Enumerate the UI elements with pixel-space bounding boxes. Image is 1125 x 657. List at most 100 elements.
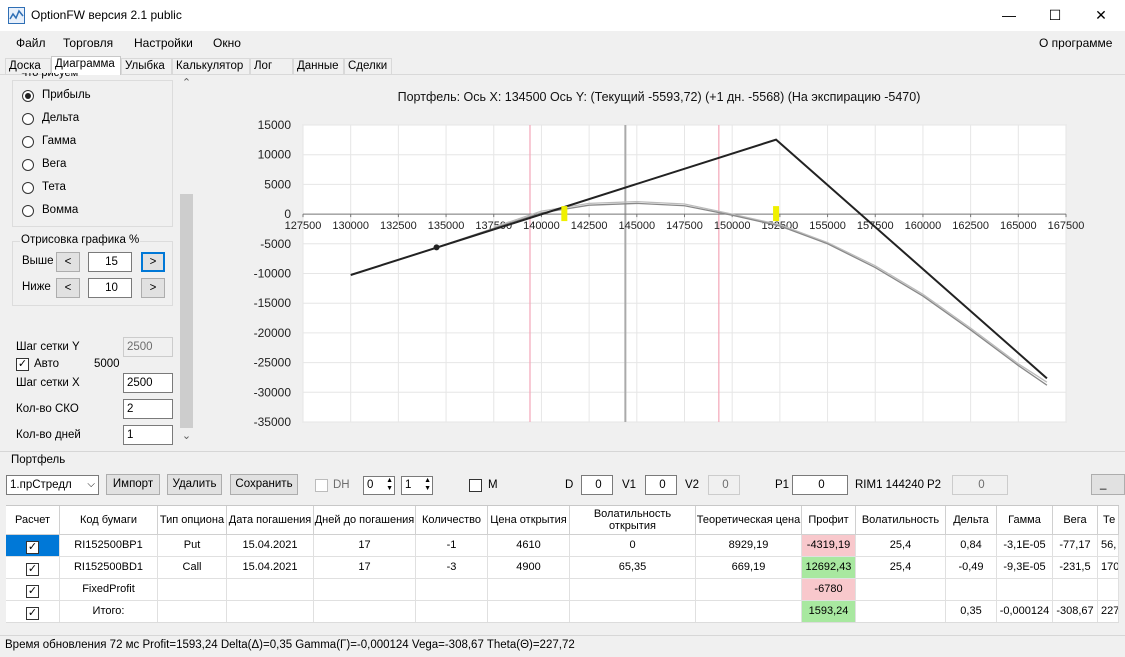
menu-settings[interactable]: Настройки	[134, 36, 193, 50]
table-cell-code[interactable]: RI152500BP1	[60, 535, 158, 557]
table-cell-vega[interactable]: -308,67	[1053, 601, 1098, 623]
table-cell-date[interactable]: 15.04.2021	[227, 557, 314, 579]
table-cell-theta[interactable]	[1098, 579, 1119, 601]
dh-spin-2[interactable]: 1 ▲ ▼	[401, 476, 433, 495]
col-header-calc[interactable]: Расчет	[6, 506, 60, 535]
table-cell-theta[interactable]: 227	[1098, 601, 1119, 623]
row-calc-checkbox[interactable]: ✓	[26, 607, 39, 620]
days-field[interactable]: 1	[123, 425, 173, 445]
tab-smile[interactable]: Улыбка	[121, 58, 172, 74]
col-header-theo[interactable]: Теоретическая цена	[696, 506, 802, 535]
table-cell-gamma[interactable]: -0,000124	[997, 601, 1053, 623]
minimize-panel-button[interactable]: _	[1091, 474, 1125, 495]
col-header-gamma[interactable]: Гамма	[997, 506, 1053, 535]
maximize-button[interactable]: ☐	[1032, 0, 1078, 31]
col-header-days[interactable]: Дней до погашения	[314, 506, 416, 535]
col-header-qty[interactable]: Количество	[416, 506, 488, 535]
row-calc-checkbox[interactable]: ✓	[26, 563, 39, 576]
sko-field[interactable]: 2	[123, 399, 173, 419]
spin-updown-icon[interactable]: ▲ ▼	[424, 477, 431, 493]
upper-percent-field[interactable]: 15	[88, 252, 132, 272]
table-cell-qty[interactable]: -1	[416, 535, 488, 557]
table-cell-check[interactable]: ✓	[6, 557, 60, 579]
table-cell-qty[interactable]	[416, 579, 488, 601]
table-cell-price[interactable]: 4610	[488, 535, 570, 557]
table-cell-type[interactable]	[158, 579, 227, 601]
scroll-up-arrow-icon[interactable]: ⌃	[180, 76, 193, 90]
table-cell-type[interactable]	[158, 601, 227, 623]
col-header-price[interactable]: Цена открытия	[488, 506, 570, 535]
m-checkbox[interactable]	[469, 479, 482, 492]
table-cell-theo[interactable]	[696, 601, 802, 623]
table-cell-price[interactable]	[488, 601, 570, 623]
d-field[interactable]: 0	[581, 475, 613, 495]
table-cell-vol[interactable]	[856, 601, 946, 623]
p1-field[interactable]: 0	[792, 475, 848, 495]
table-cell-type[interactable]: Put	[158, 535, 227, 557]
row-calc-checkbox[interactable]: ✓	[26, 541, 39, 554]
table-cell-qty[interactable]: -3	[416, 557, 488, 579]
table-cell-check[interactable]: ✓	[6, 601, 60, 623]
lower-percent-field[interactable]: 10	[88, 278, 132, 298]
auto-checkbox[interactable]: ✓	[16, 358, 29, 371]
table-cell-date[interactable]: 15.04.2021	[227, 535, 314, 557]
import-button[interactable]: Импорт	[106, 474, 160, 495]
table-cell-price[interactable]	[488, 579, 570, 601]
lower-increase-button[interactable]: >	[141, 278, 165, 298]
table-cell-days[interactable]	[314, 601, 416, 623]
grid-y-field[interactable]: 2500	[123, 337, 173, 357]
tab-log[interactable]: Лог	[250, 58, 293, 74]
table-cell-code[interactable]: Итого:	[60, 601, 158, 623]
table-cell-vega[interactable]	[1053, 579, 1098, 601]
p2-field[interactable]: 0	[952, 475, 1008, 495]
table-cell-check[interactable]: ✓	[6, 579, 60, 601]
menu-about[interactable]: О программе	[1039, 36, 1112, 50]
col-header-date[interactable]: Дата погашения	[227, 506, 314, 535]
table-cell-vol_open[interactable]	[570, 601, 696, 623]
col-header-delta[interactable]: Дельта	[946, 506, 997, 535]
menu-trade[interactable]: Торговля	[63, 36, 113, 50]
table-cell-qty[interactable]	[416, 601, 488, 623]
col-header-vol[interactable]: Волатильность	[856, 506, 946, 535]
table-cell-gamma[interactable]: -3,1E-05	[997, 535, 1053, 557]
table-cell-date[interactable]	[227, 601, 314, 623]
table-cell-theta[interactable]: 170	[1098, 557, 1119, 579]
col-header-profit[interactable]: Профит	[802, 506, 856, 535]
table-cell-price[interactable]: 4900	[488, 557, 570, 579]
table-cell-vol[interactable]	[856, 579, 946, 601]
grid-x-field[interactable]: 2500	[123, 373, 173, 393]
col-header-code[interactable]: Код бумаги	[60, 506, 158, 535]
table-cell-vega[interactable]: -77,17	[1053, 535, 1098, 557]
row-calc-checkbox[interactable]: ✓	[26, 585, 39, 598]
lower-decrease-button[interactable]: <	[56, 278, 80, 298]
col-header-theta[interactable]: Те	[1098, 506, 1119, 535]
menu-file[interactable]: Файл	[16, 36, 46, 50]
scrollbar-thumb[interactable]	[180, 194, 193, 428]
scroll-down-arrow-icon[interactable]: ⌄	[180, 429, 193, 443]
table-cell-vol_open[interactable]: 0	[570, 535, 696, 557]
radio-vomma[interactable]	[22, 205, 34, 217]
table-cell-delta[interactable]	[946, 579, 997, 601]
dh-spin-1[interactable]: 0 ▲ ▼	[363, 476, 395, 495]
table-cell-date[interactable]	[227, 579, 314, 601]
v1-field[interactable]: 0	[645, 475, 677, 495]
tab-board[interactable]: Доска	[5, 58, 51, 74]
upper-decrease-button[interactable]: <	[56, 252, 80, 272]
table-cell-profit[interactable]: 12692,43	[802, 557, 856, 579]
menu-window[interactable]: Окно	[213, 36, 241, 50]
table-cell-theta[interactable]: 56,	[1098, 535, 1119, 557]
table-cell-code[interactable]: FixedProfit	[60, 579, 158, 601]
table-cell-vega[interactable]: -231,5	[1053, 557, 1098, 579]
table-cell-vol[interactable]: 25,4	[856, 535, 946, 557]
radio-gamma[interactable]	[22, 136, 34, 148]
v2-field[interactable]: 0	[708, 475, 740, 495]
table-cell-theo[interactable]: 669,19	[696, 557, 802, 579]
table-cell-code[interactable]: RI152500BD1	[60, 557, 158, 579]
table-cell-type[interactable]: Call	[158, 557, 227, 579]
col-header-type[interactable]: Тип опциона	[158, 506, 227, 535]
tab-calculator[interactable]: Калькулятор	[172, 58, 250, 74]
tab-deals[interactable]: Сделки	[344, 58, 392, 74]
table-cell-vol[interactable]: 25,4	[856, 557, 946, 579]
delete-button[interactable]: Удалить	[167, 474, 222, 495]
radio-delta[interactable]	[22, 113, 34, 125]
